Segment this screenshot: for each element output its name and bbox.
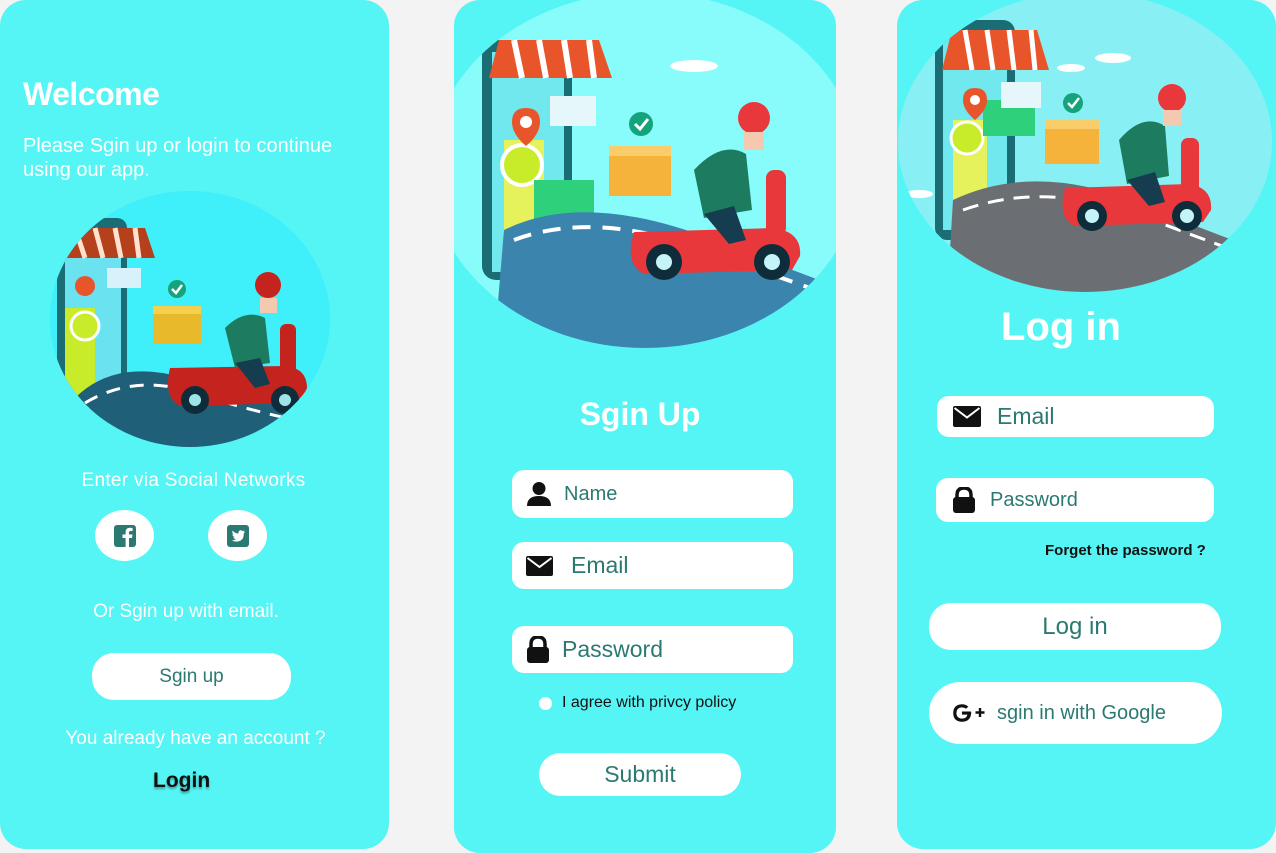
signup-screen: Sgin Up I agree with privcy policy Submi… — [454, 0, 836, 853]
welcome-subtitle-line2: using our app. — [23, 159, 150, 181]
submit-button[interactable]: Submit — [539, 753, 741, 796]
login-email-input[interactable] — [997, 403, 1197, 430]
social-label: Enter via Social Networks — [81, 470, 306, 491]
envelope-icon — [526, 555, 553, 576]
email-input[interactable] — [571, 552, 771, 579]
signup-title: Sgin Up — [579, 396, 701, 432]
welcome-subtitle-line1: Please Sgin up or login to continue — [23, 135, 333, 157]
login-password-input[interactable] — [990, 488, 1190, 512]
lock-icon — [527, 636, 549, 663]
welcome-subtitle: Please Sgin up or login to continue usin… — [23, 134, 332, 182]
google-signin-label: sgin in with Google — [997, 701, 1166, 724]
delivery-illustration — [50, 191, 330, 447]
login-screen: Log in Forget the password ? Log in sgin… — [897, 0, 1276, 849]
account-prompt: You already have an account ? — [65, 728, 326, 749]
login-email-field[interactable] — [937, 396, 1214, 437]
forgot-password-link[interactable]: Forget the password ? — [1045, 542, 1206, 559]
envelope-icon — [953, 406, 981, 427]
facebook-login-button[interactable] — [95, 510, 154, 561]
name-input[interactable] — [564, 482, 764, 506]
login-title: Log in — [1001, 305, 1121, 349]
privacy-label: I agree with privcy policy — [562, 694, 737, 711]
user-icon — [527, 482, 551, 506]
twitter-icon — [226, 524, 249, 547]
login-button[interactable]: Log in — [929, 603, 1221, 650]
lock-icon — [953, 487, 975, 513]
signup-button[interactable]: Sgin up — [92, 653, 291, 700]
delivery-illustration — [898, 0, 1272, 292]
email-field[interactable] — [512, 542, 793, 589]
twitter-login-button[interactable] — [208, 510, 267, 561]
google-plus-icon — [953, 704, 985, 722]
password-field[interactable] — [512, 626, 793, 673]
google-signin-button[interactable]: sgin in with Google — [929, 682, 1222, 744]
welcome-screen: Welcome Please Sgin up or login to conti… — [0, 0, 389, 849]
name-field[interactable] — [512, 470, 793, 518]
login-password-field[interactable] — [936, 478, 1214, 522]
password-input[interactable] — [562, 636, 762, 663]
facebook-icon — [113, 524, 136, 547]
privacy-checkbox[interactable] — [539, 697, 552, 710]
welcome-title: Welcome — [23, 76, 160, 112]
delivery-illustration — [454, 0, 836, 348]
login-link[interactable]: Login — [153, 769, 210, 793]
email-signup-label: Or Sgin up with email. — [93, 601, 279, 622]
